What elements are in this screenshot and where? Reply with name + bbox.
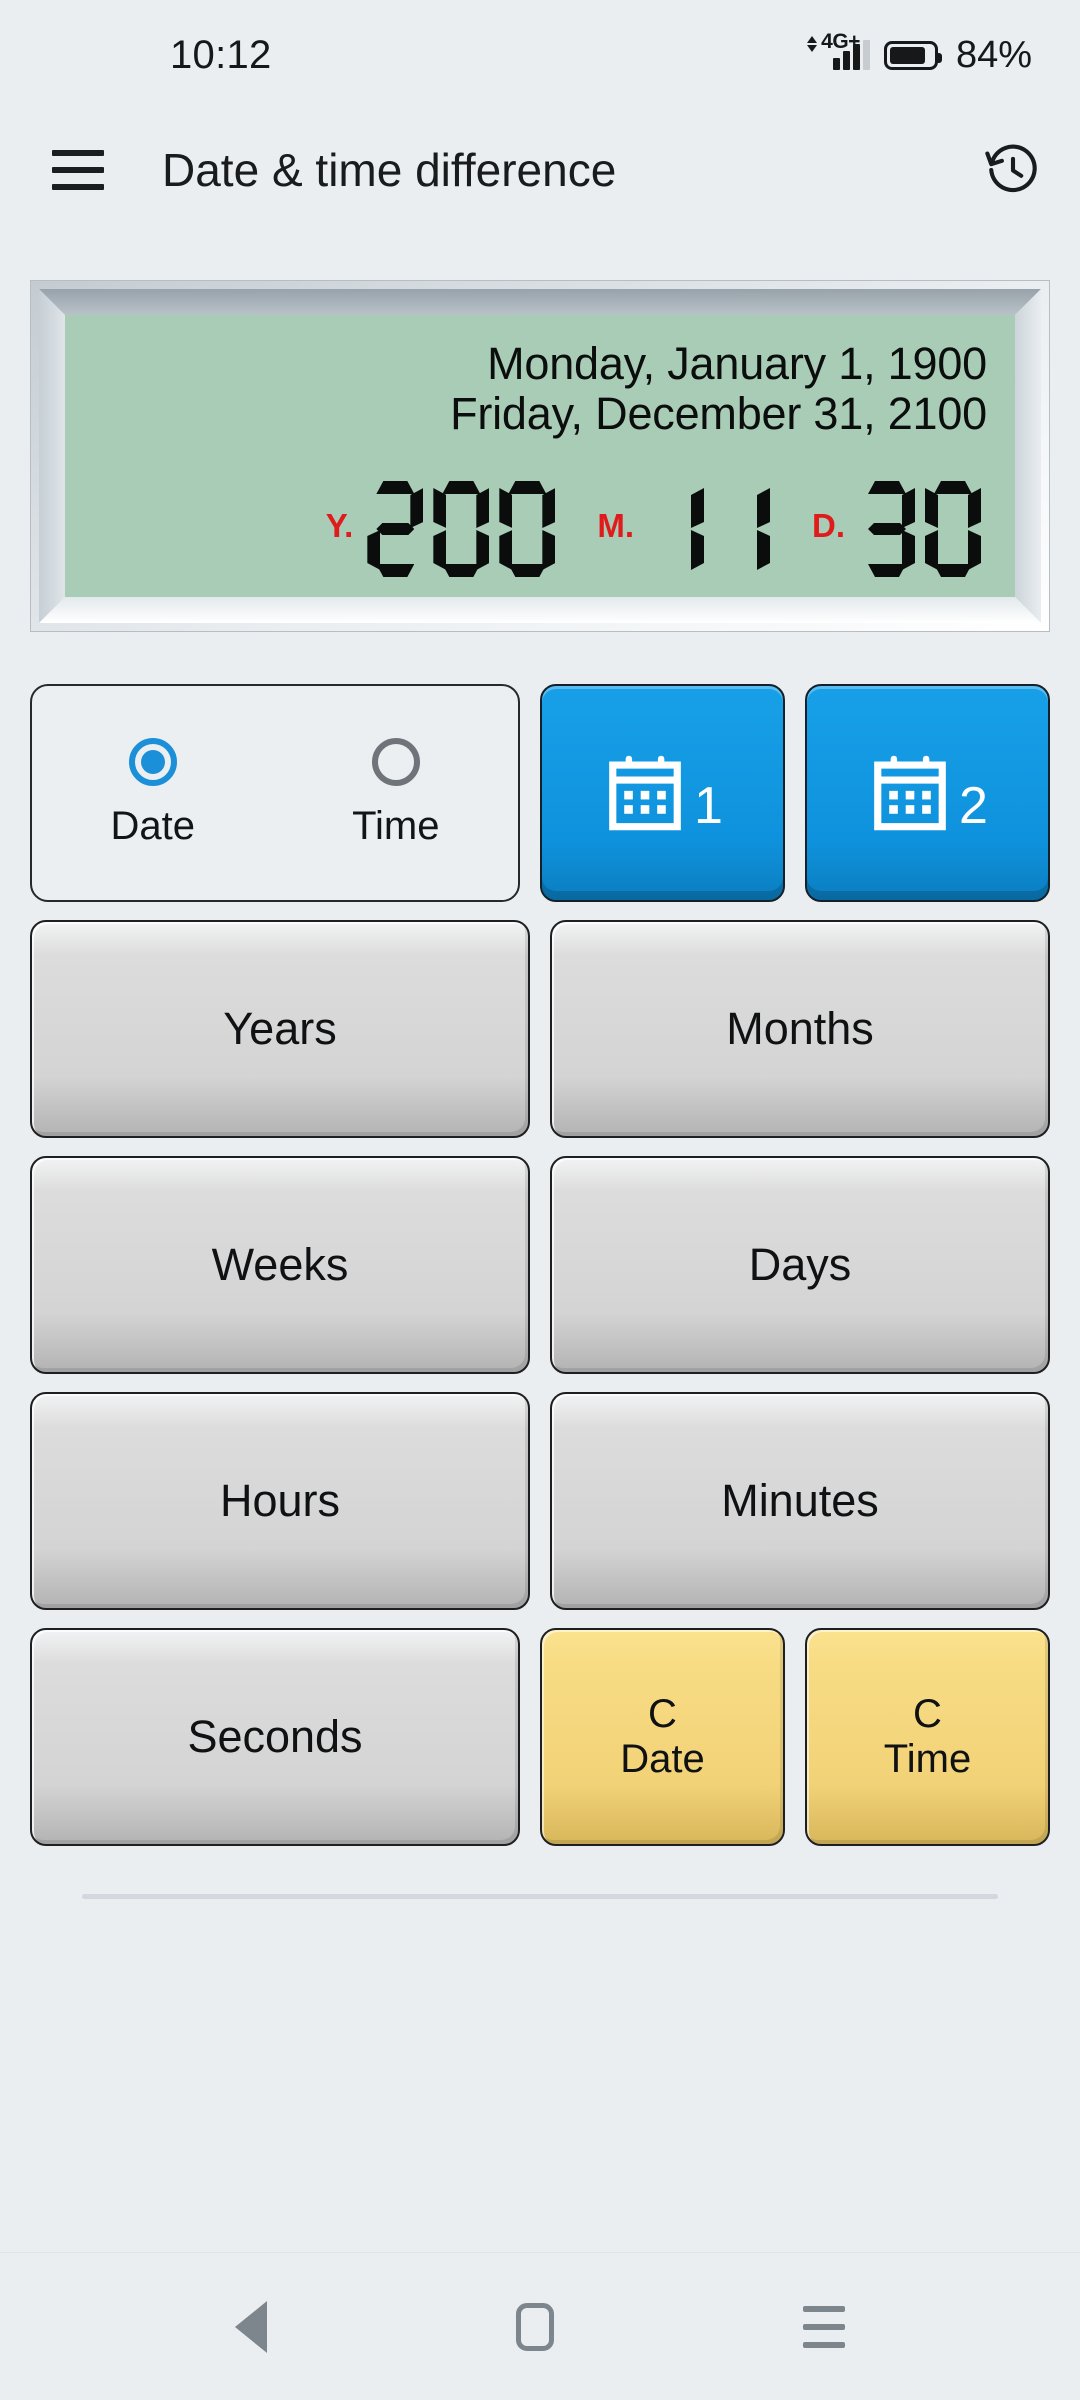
history-icon[interactable] bbox=[984, 141, 1042, 199]
hamburger-menu-icon[interactable] bbox=[52, 150, 104, 190]
lcd-screen: Monday, January 1, 1900 Friday, December… bbox=[65, 315, 1015, 597]
unit-button-years[interactable]: Years bbox=[30, 920, 530, 1138]
unit-button-minutes[interactable]: Minutes bbox=[550, 1392, 1050, 1610]
segment-group-y: Y. bbox=[326, 481, 556, 577]
radio-date-icon[interactable] bbox=[128, 737, 177, 786]
android-nav-bar bbox=[0, 2252, 1080, 2400]
date-readout: Monday, January 1, 1900 Friday, December… bbox=[93, 338, 987, 440]
row-mode-and-calendars: Date Time 1 2 bbox=[30, 684, 1050, 902]
row-years-months: Years Months bbox=[30, 920, 1050, 1138]
signal-bars-icon: 4G+ bbox=[807, 31, 870, 70]
data-arrows-icon bbox=[807, 36, 818, 52]
unit-button-months[interactable]: Months bbox=[550, 920, 1050, 1138]
row-weeks-days: Weeks Days bbox=[30, 1156, 1050, 1374]
lcd-display-panel: Monday, January 1, 1900 Friday, December… bbox=[30, 280, 1050, 632]
calendar-1-button[interactable]: 1 bbox=[540, 684, 785, 902]
radio-date-label: Date bbox=[110, 803, 196, 848]
seven-segment-digit bbox=[859, 481, 915, 577]
seven-segment-digit bbox=[925, 481, 981, 577]
seven-segment-digit bbox=[367, 481, 423, 577]
row-seconds-clear: Seconds C Date C Time bbox=[30, 1628, 1050, 1846]
status-indicators: 4G+ 84% bbox=[807, 31, 1032, 77]
calendar-1-number: 1 bbox=[694, 777, 723, 835]
back-icon[interactable] bbox=[234, 2300, 267, 2353]
segment-label: Y. bbox=[325, 507, 354, 544]
date-line-2: Friday, December 31, 2100 bbox=[450, 388, 987, 440]
recents-icon[interactable] bbox=[803, 2305, 846, 2348]
mode-selector: Date Time bbox=[30, 684, 520, 902]
clear-date-line-2: Date bbox=[620, 1737, 705, 1781]
clear-time-button[interactable]: C Time bbox=[805, 1628, 1050, 1846]
segment-digits bbox=[859, 481, 981, 577]
radio-option-date[interactable]: Date bbox=[110, 737, 196, 849]
segment-group-m: M. bbox=[597, 481, 770, 577]
phone-screen: 10:12 4G+ 84% Date & time difference Mon… bbox=[0, 0, 1080, 2400]
segment-readout: Y. M. D. bbox=[93, 481, 987, 577]
segment-label: M. bbox=[597, 507, 634, 544]
calendar-icon bbox=[867, 750, 953, 836]
calendar-2-button[interactable]: 2 bbox=[805, 684, 1050, 902]
calendar-icon bbox=[602, 750, 688, 836]
date-line-1: Monday, January 1, 1900 bbox=[487, 338, 987, 389]
keypad: Date Time 1 2 Years Months Weeks Days Ho… bbox=[0, 632, 1080, 1899]
unit-button-weeks[interactable]: Weeks bbox=[30, 1156, 530, 1374]
radio-option-time[interactable]: Time bbox=[352, 737, 440, 849]
segment-digits bbox=[648, 481, 770, 577]
unit-button-hours[interactable]: Hours bbox=[30, 1392, 530, 1610]
seven-segment-digit bbox=[499, 481, 555, 577]
segment-label: D. bbox=[812, 507, 845, 544]
battery-percent-label: 84% bbox=[955, 33, 1032, 76]
clear-date-line-1: C bbox=[648, 1692, 677, 1737]
clear-time-line-2: Time bbox=[883, 1737, 972, 1781]
page-title: Date & time difference bbox=[162, 144, 617, 196]
status-bar: 10:12 4G+ 84% bbox=[0, 0, 1080, 110]
seven-segment-digit bbox=[433, 481, 489, 577]
segment-digits bbox=[367, 481, 555, 577]
unit-button-days[interactable]: Days bbox=[550, 1156, 1050, 1374]
clear-date-button[interactable]: C Date bbox=[540, 1628, 785, 1846]
app-bar: Date & time difference bbox=[0, 110, 1080, 230]
calendar-2-number: 2 bbox=[959, 777, 988, 835]
seven-segment-digit bbox=[714, 481, 770, 577]
home-icon[interactable] bbox=[515, 2302, 554, 2351]
radio-time-icon[interactable] bbox=[371, 737, 420, 786]
row-hours-minutes: Hours Minutes bbox=[30, 1392, 1050, 1610]
segment-group-d: D. bbox=[812, 481, 981, 577]
network-type-label: 4G+ bbox=[821, 30, 860, 53]
section-divider bbox=[82, 1894, 998, 1899]
radio-time-label: Time bbox=[352, 803, 440, 848]
battery-icon bbox=[883, 40, 942, 70]
unit-button-seconds[interactable]: Seconds bbox=[30, 1628, 520, 1846]
status-clock: 10:12 bbox=[170, 32, 272, 77]
seven-segment-digit bbox=[648, 481, 704, 577]
clear-time-line-1: C bbox=[913, 1692, 942, 1737]
